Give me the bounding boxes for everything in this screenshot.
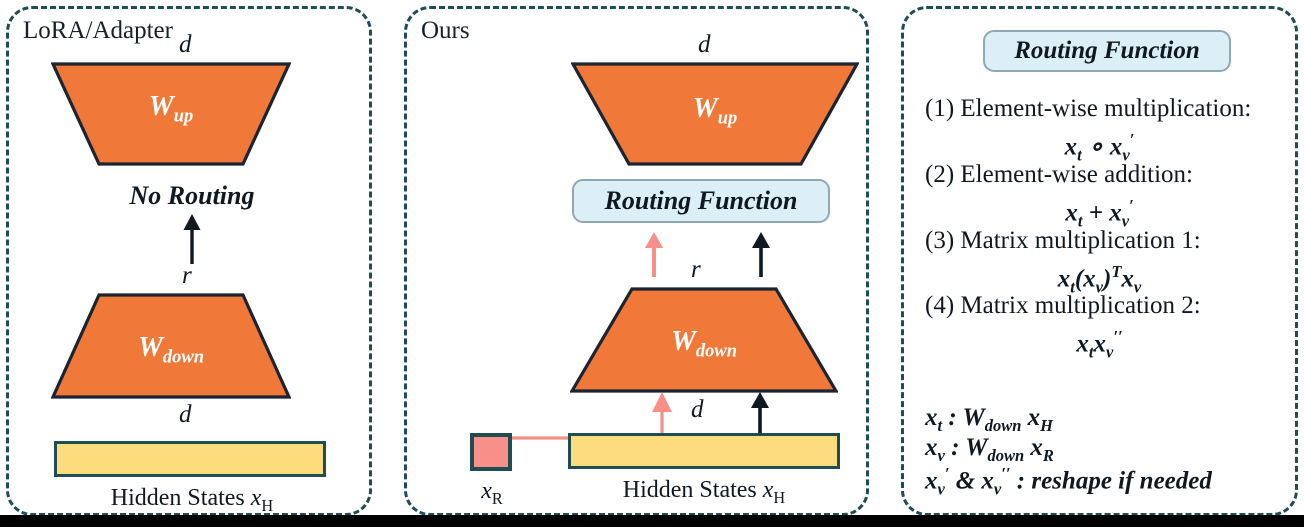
panel-lora-title: LoRA/Adapter: [23, 17, 173, 44]
routing-definition-3: xv′ & xv′′ : reshape if needed: [925, 464, 1212, 499]
routing-item-1-index: (1): [925, 95, 955, 122]
routing-item-1-label: (1) Element-wise multiplication:: [925, 95, 1251, 123]
lora-no-routing-label: No Routing: [129, 181, 255, 210]
ours-w-up-trapezoid: Wup: [571, 61, 859, 167]
lora-hidden-states-caption: Hidden States xH: [9, 485, 375, 516]
routing-item-3-label: (3) Matrix multiplication 1:: [925, 227, 1201, 255]
lora-hidden-states-symbol: x: [250, 485, 262, 511]
lora-hidden-states-bar: [54, 441, 326, 477]
ours-routing-function-label: Routing Function: [604, 186, 798, 215]
ours-hidden-states-subscript: H: [773, 487, 786, 507]
lora-mid-dim-label: r: [182, 262, 192, 289]
ours-hidden-states-symbol: x: [762, 477, 774, 503]
ours-hidden-up-arrow-black: [748, 232, 774, 278]
routing-function-header-box: Routing Function: [983, 30, 1231, 72]
routing-definition-1: xt : Wdown xH: [925, 404, 1053, 435]
ours-hidden-states-caption: Hidden States xH: [568, 477, 840, 508]
routing-item-4-formula: xtxv′′: [1076, 327, 1123, 362]
routing-definition-2: xv : Wdown xR: [925, 434, 1054, 465]
routing-item-4-index: (4): [925, 292, 955, 319]
panel-lora-adapter: LoRA/Adapter d Wup No Routing r Wdown d …: [6, 6, 372, 516]
figure-canvas: LoRA/Adapter d Wup No Routing r Wdown d …: [0, 0, 1304, 527]
lora-w-down-trapezoid: Wdown: [51, 292, 291, 400]
ours-router-input-box: [470, 433, 512, 471]
lora-hidden-states-text: Hidden States: [110, 485, 245, 511]
lora-up-arrow: [179, 214, 205, 266]
lora-bottom-dim-label: d: [179, 401, 192, 428]
ours-w-down-trapezoid: Wdown: [570, 286, 838, 394]
ours-top-dim-label: d: [698, 31, 711, 58]
ours-hidden-to-wdown-arrow: [747, 392, 773, 438]
ours-routing-function-box[interactable]: Routing Function: [572, 179, 830, 223]
routing-item-2-text: Element-wise addition:: [960, 161, 1193, 188]
ours-mid-dim-label: r: [691, 256, 701, 283]
lora-w-up-trapezoid: Wup: [51, 61, 291, 167]
ours-hidden-states-bar: [568, 433, 840, 469]
routing-item-2-label: (2) Element-wise addition:: [925, 161, 1193, 189]
ours-hidden-states-text: Hidden States: [622, 477, 757, 503]
ours-router-input-caption: xR: [452, 478, 532, 509]
lora-top-dim-label: d: [179, 31, 192, 58]
ours-router-subscript: R: [491, 488, 503, 508]
ours-bottom-dim-label: d: [691, 396, 704, 423]
bottom-black-strip: [0, 515, 1304, 527]
routing-item-4-text: Matrix multiplication 2:: [960, 292, 1201, 319]
ours-router-symbol: x: [481, 478, 492, 504]
routing-item-3-text: Matrix multiplication 1:: [960, 227, 1201, 254]
panel-ours-title: Ours: [421, 17, 470, 44]
ours-router-up-arrow-pink: [641, 232, 667, 278]
lora-hidden-states-subscript: H: [261, 495, 274, 515]
routing-item-4-label: (4) Matrix multiplication 2:: [925, 292, 1201, 320]
routing-item-3-index: (3): [925, 227, 955, 254]
routing-function-header-label: Routing Function: [1014, 37, 1200, 64]
routing-item-1-text: Element-wise multiplication:: [960, 95, 1252, 122]
routing-item-2-index: (2): [925, 161, 955, 188]
